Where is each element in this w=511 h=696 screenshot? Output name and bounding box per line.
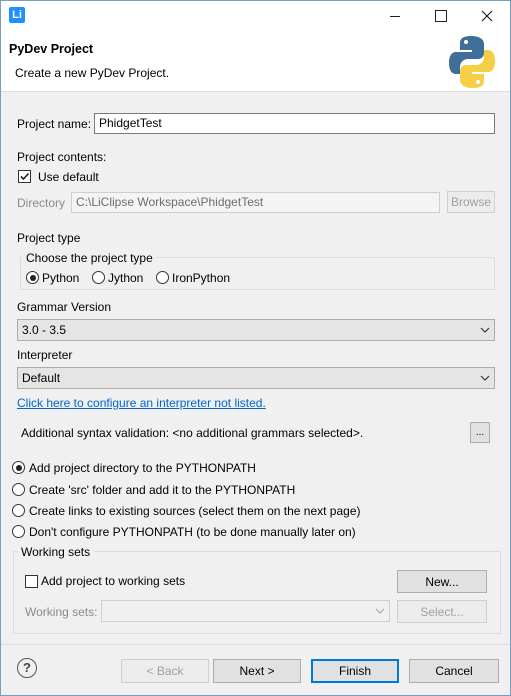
use-default-checkbox[interactable] [18,170,31,183]
radio-jython[interactable] [92,271,105,284]
python-logo-icon [449,36,495,88]
chevron-down-icon [480,375,490,381]
radio-dont-configure[interactable] [12,525,25,538]
interpreter-value: Default [22,371,61,385]
interpreter-label: Interpreter [17,348,73,362]
directory-input[interactable]: C:\LiClipse Workspace\PhidgetTest [71,192,440,213]
wizard-title: PyDev Project [9,42,94,56]
minimize-icon [390,15,400,17]
radio-create-src-label: Create 'src' folder and add it to the PY… [29,483,296,497]
liclipse-app-icon: Li [9,7,25,23]
add-to-working-sets-label: Add project to working sets [41,574,186,588]
maximize-icon [435,10,447,22]
project-name-label: Project name: [17,117,92,131]
cancel-button[interactable]: Cancel [409,659,499,683]
syntax-validation-text: Additional syntax validation: <no additi… [21,426,364,440]
radio-create-links[interactable] [12,504,25,517]
radio-ironpython[interactable] [156,271,169,284]
new-working-set-button[interactable]: New... [397,570,487,593]
close-button[interactable] [464,1,510,31]
project-name-input[interactable]: PhidgetTest [94,113,495,134]
use-default-label: Use default [38,170,99,184]
pydev-project-dialog: Li PyDev Project Create a new PyDev Proj… [0,0,511,696]
chevron-down-icon [375,608,385,614]
working-sets-group-label: Working sets [18,545,94,559]
working-sets-dropdown[interactable] [101,600,390,622]
finish-button[interactable]: Finish [311,659,399,683]
chevron-down-icon [480,327,490,333]
back-button[interactable]: < Back [121,659,209,683]
add-to-working-sets-checkbox[interactable] [25,575,38,588]
configure-interpreter-link[interactable]: Click here to configure an interpreter n… [17,396,266,410]
project-contents-label: Project contents: [17,150,107,164]
radio-add-project-dir[interactable] [12,461,25,474]
title-bar: Li [1,1,510,31]
close-icon [481,10,493,22]
next-button[interactable]: Next > [213,659,301,683]
help-icon[interactable]: ? [17,658,37,678]
radio-create-links-label: Create links to existing sources (select… [29,504,361,518]
radio-jython-label: Jython [108,271,144,285]
project-type-group-label: Choose the project type [23,251,156,265]
grammar-version-value: 3.0 - 3.5 [22,323,67,337]
minimize-button[interactable] [372,1,418,31]
grammar-version-label: Grammar Version [17,300,112,314]
radio-add-project-dir-label: Add project directory to the PYTHONPATH [29,461,256,475]
wizard-description: Create a new PyDev Project. [15,66,170,80]
radio-create-src[interactable] [12,483,25,496]
working-sets-label: Working sets: [25,605,98,619]
select-working-sets-button[interactable]: Select... [397,600,487,623]
browse-button[interactable]: Browse [447,191,495,213]
grammar-version-dropdown[interactable]: 3.0 - 3.5 [17,319,495,341]
wizard-header: PyDev Project Create a new PyDev Project… [1,31,510,92]
radio-python-label: Python [42,271,80,285]
syntax-validation-button[interactable]: ... [470,422,490,443]
radio-python[interactable] [26,271,39,284]
project-type-label: Project type [17,231,81,245]
interpreter-dropdown[interactable]: Default [17,367,495,389]
directory-label: Directory [17,196,66,210]
radio-dont-configure-label: Don't configure PYTHONPATH (to be done m… [29,525,356,539]
radio-ironpython-label: IronPython [172,271,231,285]
maximize-button[interactable] [418,1,464,31]
checkmark-icon [20,172,30,181]
footer-separator [1,644,510,645]
